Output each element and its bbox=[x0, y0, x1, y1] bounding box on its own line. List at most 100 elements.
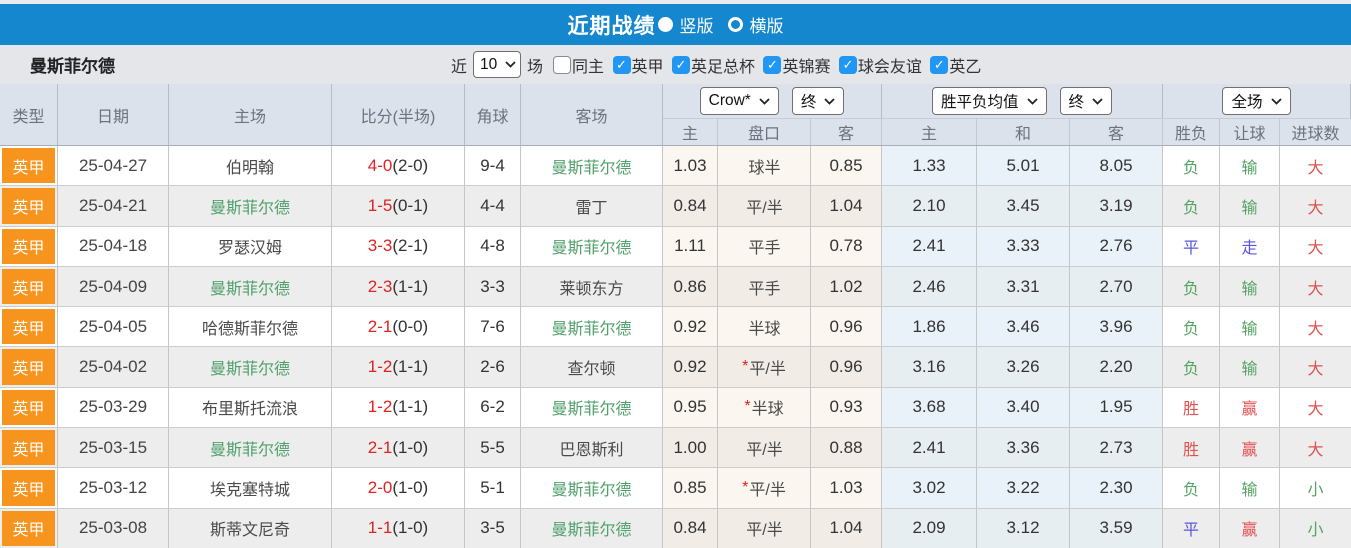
avg-away: 3.96 bbox=[1070, 307, 1163, 347]
score-cell: 2-1 (0-0) bbox=[332, 307, 465, 347]
result-handicap: 走 bbox=[1220, 226, 1280, 266]
checkbox-label: 英甲 bbox=[631, 58, 664, 76]
full-time-score: 1-2 bbox=[367, 397, 393, 417]
avg-header-group: 胜平负均值 终 bbox=[882, 84, 1163, 118]
corners: 3-5 bbox=[465, 508, 521, 548]
avg-away: 1.95 bbox=[1070, 387, 1163, 428]
handicap-star: * bbox=[742, 479, 749, 497]
odds-away: 1.04 bbox=[811, 508, 882, 548]
handicap-text: 半球 bbox=[751, 401, 784, 419]
avg-draw: 3.26 bbox=[977, 347, 1070, 387]
avg-home: 1.33 bbox=[882, 146, 977, 186]
table-row: 英甲 25-03-29 布里斯托流浪 1-2 (1-1) 6-2 曼斯菲尔德 0.… bbox=[0, 387, 1351, 429]
scope-select[interactable]: 全场 bbox=[1222, 87, 1291, 115]
col-header-avg-draw: 和 bbox=[977, 118, 1070, 145]
titlebar: 近期战绩 竖版 横版 bbox=[0, 4, 1351, 45]
result-winloss: 负 bbox=[1163, 307, 1220, 347]
result-goals: 大 bbox=[1307, 401, 1324, 419]
result-handicap: 输 bbox=[1220, 186, 1280, 226]
radio-horizontal-layout[interactable] bbox=[727, 17, 743, 32]
filter-checkbox-item[interactable]: ✓ 英足总杯 bbox=[671, 53, 755, 77]
handicap: * 半球 bbox=[718, 387, 811, 428]
avg-type-select-value: 胜平负均值 bbox=[940, 94, 1019, 111]
handicap-star: * bbox=[742, 358, 749, 376]
corners: 3-3 bbox=[465, 266, 521, 307]
score-cell: 4-0 (2-0) bbox=[332, 146, 465, 186]
col-header-away: 客场 bbox=[521, 84, 663, 145]
odds-stage-select[interactable]: 终 bbox=[791, 87, 845, 115]
checkbox[interactable]: ✓ bbox=[838, 55, 857, 74]
filter-checkbox-item[interactable]: ✓ 英乙 bbox=[930, 53, 981, 77]
score-cell: 3-3 (2-1) bbox=[332, 226, 465, 266]
half-time-score: (2-1) bbox=[392, 236, 429, 256]
avg-type-select[interactable]: 胜平负均值 bbox=[931, 87, 1047, 115]
chevron-down-icon bbox=[1026, 97, 1038, 105]
avg-home: 3.02 bbox=[882, 468, 977, 508]
odds-home: 0.95 bbox=[663, 387, 718, 428]
result-handicap: 输 bbox=[1220, 347, 1280, 387]
chevron-down-icon bbox=[824, 97, 835, 105]
chevron-down-icon bbox=[1270, 97, 1282, 105]
table-body: 英甲 25-04-27 伯明翰 4-0 (2-0) 9-4 曼斯菲尔德 1.03 … bbox=[0, 146, 1351, 548]
half-time-score: (2-0) bbox=[392, 155, 429, 175]
avg-home: 2.10 bbox=[882, 186, 977, 226]
odds-home: 0.84 bbox=[663, 186, 718, 226]
filter-checkbox-item[interactable]: ✓ 英锦赛 bbox=[763, 53, 830, 77]
match-date: 25-03-29 bbox=[58, 387, 169, 428]
recent-count-select[interactable]: 10 bbox=[473, 51, 522, 78]
result-winloss: 负 bbox=[1163, 186, 1220, 226]
corners: 5-1 bbox=[465, 468, 521, 508]
result-winloss: 负 bbox=[1163, 266, 1220, 307]
col-header-odds-home: 主 bbox=[663, 118, 718, 145]
full-time-score: 1-5 bbox=[367, 195, 393, 215]
col-header-avg-home: 主 bbox=[882, 118, 977, 145]
half-time-score: (1-0) bbox=[392, 478, 429, 498]
table-row: 英甲 25-04-09 曼斯菲尔德 2-3 (1-1) 3-3 莱顿东方 0.86… bbox=[0, 266, 1351, 308]
score-cell: 1-5 (0-1) bbox=[332, 186, 465, 226]
bookmaker-select-value: Crow* bbox=[708, 92, 751, 109]
checkbox-label: 英锦赛 bbox=[782, 58, 831, 76]
radio-vertical-label[interactable]: 竖版 bbox=[680, 12, 714, 37]
avg-away: 2.70 bbox=[1070, 266, 1163, 307]
result-goals: 大 bbox=[1307, 240, 1324, 258]
filter-checkbox-item[interactable]: ✓ 球会友谊 bbox=[838, 53, 922, 77]
avg-home: 2.41 bbox=[882, 226, 977, 266]
radio-horizontal-label[interactable]: 横版 bbox=[750, 12, 784, 37]
col-header-winloss: 胜负 bbox=[1163, 118, 1220, 145]
league-badge: 英甲 bbox=[0, 347, 58, 387]
result-goals: 大 bbox=[1307, 159, 1324, 177]
avg-away: 3.19 bbox=[1070, 186, 1163, 226]
match-date: 25-03-08 bbox=[58, 508, 169, 548]
away-team: 曼斯菲尔德 bbox=[521, 307, 663, 347]
checkbox[interactable]: ✓ bbox=[553, 55, 572, 74]
checkbox[interactable]: ✓ bbox=[930, 55, 949, 74]
col-header-home: 主场 bbox=[169, 84, 332, 145]
filter-checkbox-item[interactable]: ✓ 同主 bbox=[553, 53, 604, 77]
result-handicap: 输 bbox=[1220, 307, 1280, 347]
odds-home: 1.11 bbox=[663, 226, 718, 266]
score-cell: 2-1 (1-0) bbox=[332, 428, 465, 468]
col-header-date: 日期 bbox=[58, 84, 169, 145]
result-handicap: 输 bbox=[1220, 266, 1280, 307]
odds-away: 1.03 bbox=[811, 468, 882, 508]
handicap: 平/半 bbox=[718, 186, 811, 226]
checkbox[interactable]: ✓ bbox=[612, 55, 631, 74]
checkbox[interactable]: ✓ bbox=[763, 55, 782, 74]
away-team: 巴恩斯利 bbox=[521, 428, 663, 468]
league-badge: 英甲 bbox=[0, 186, 58, 226]
checkbox[interactable]: ✓ bbox=[671, 55, 690, 74]
col-header-corners: 角球 bbox=[465, 84, 521, 145]
home-team: 曼斯菲尔德 bbox=[169, 347, 332, 387]
match-date: 25-03-15 bbox=[58, 428, 169, 468]
odds-away: 1.02 bbox=[811, 266, 882, 307]
avg-stage-select[interactable]: 终 bbox=[1059, 87, 1113, 115]
full-time-score: 2-1 bbox=[367, 316, 393, 336]
odds-away: 0.85 bbox=[811, 146, 882, 186]
odds-home: 0.92 bbox=[663, 347, 718, 387]
match-date: 25-04-27 bbox=[58, 146, 169, 186]
bookmaker-select[interactable]: Crow* bbox=[699, 87, 779, 115]
half-time-score: (1-1) bbox=[392, 357, 429, 377]
radio-vertical-layout[interactable] bbox=[657, 17, 673, 32]
filter-checkbox-item[interactable]: ✓ 英甲 bbox=[612, 53, 664, 77]
odds-away: 1.04 bbox=[811, 186, 882, 226]
